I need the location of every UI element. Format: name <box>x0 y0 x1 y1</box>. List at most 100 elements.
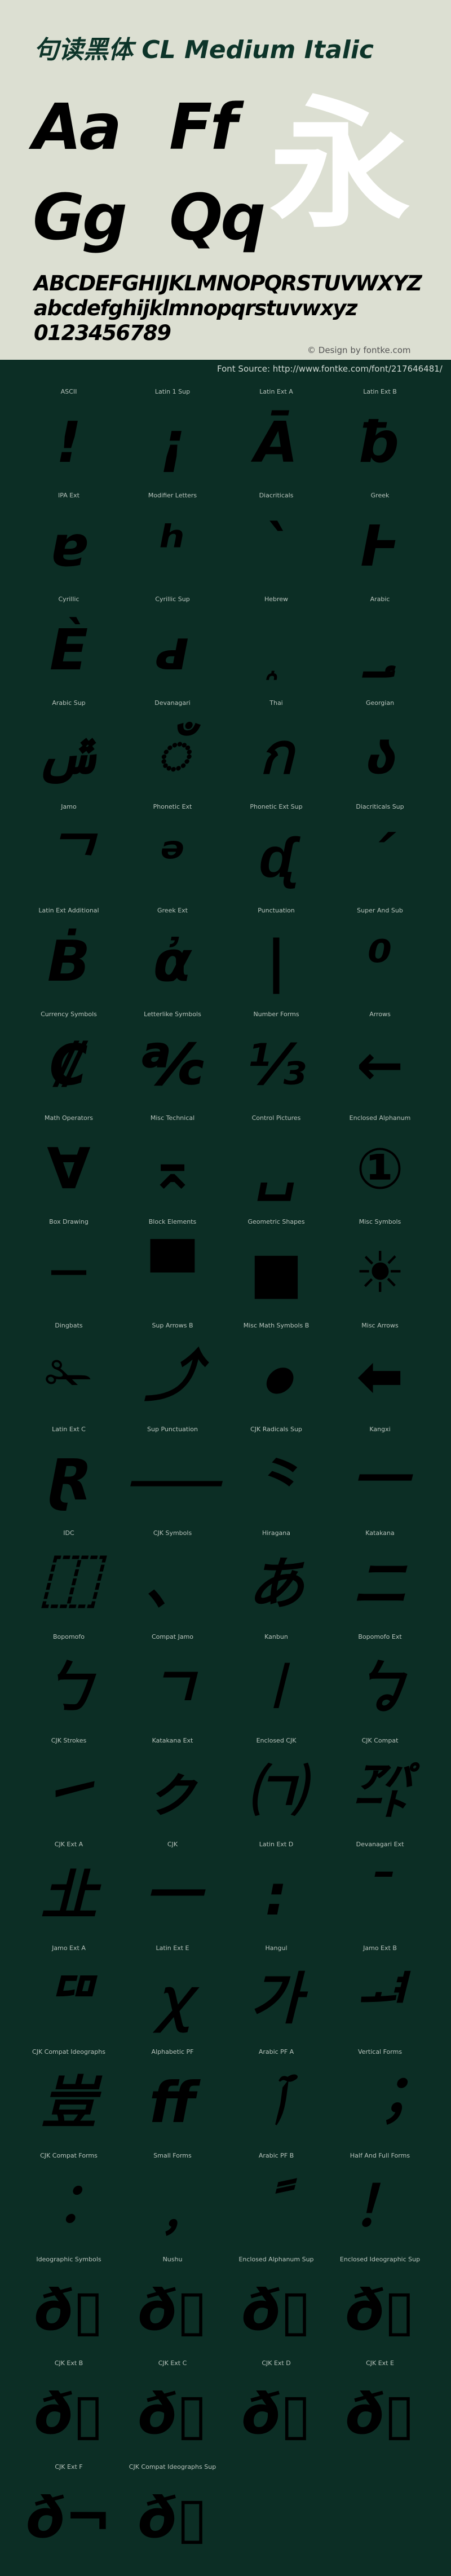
block-sample-glyph: ﹐ <box>144 2173 201 2239</box>
block-sample-glyph: ð¬ <box>25 2485 112 2551</box>
block-label: Super And Sub <box>357 907 403 914</box>
block-sample-glyph: ힰ <box>354 1966 406 2032</box>
block-sample-glyph: ₡ <box>49 1032 89 1098</box>
block-sample-glyph: ð▯ <box>34 2277 104 2343</box>
block-row: Arabic Sup ݜ Devanagariँ Thai ก Georgian ა <box>17 699 434 803</box>
block-row: Math Operators ∀ Misc Technical ⌅ Control Pi… <box>17 1114 434 1218</box>
block-label: CJK Ext D <box>262 2359 291 2367</box>
block-label: Arabic Sup <box>52 699 86 707</box>
block-sample-glyph: ݜ <box>36 721 102 787</box>
block-cell: Jamo ᄀ <box>17 803 121 907</box>
block-label: Small Forms <box>153 2152 192 2159</box>
block-sample-glyph: ð▯ <box>34 2381 104 2447</box>
block-sample-glyph: ꭓ <box>157 1966 188 2032</box>
block-sample-glyph: 가 <box>250 1966 302 2032</box>
block-cell: Kanbun ㆐ <box>224 1633 328 1737</box>
block-cell: Devanagariँ <box>121 699 224 803</box>
block-label: Enclosed Ideographic Sup <box>339 2256 421 2263</box>
block-cell: Punctuation | <box>224 907 328 1011</box>
block-sample-glyph: ■ <box>249 1240 303 1305</box>
block-label: Geometric Shapes <box>247 1218 305 1225</box>
block-label: Diacriticals <box>259 492 294 499</box>
block-label: Phonetic Ext Sup <box>250 803 303 810</box>
block-sample-glyph: Ā <box>254 409 298 475</box>
block-sample-glyph: ꥠ <box>43 1966 95 2032</box>
block-cell: CJK Compat ㌀ <box>328 1737 432 1841</box>
block-sample-glyph: ð▯ <box>138 2381 207 2447</box>
block-cell: Letterlike Symbols ℀ <box>121 1011 224 1114</box>
block-sample-glyph: ﭐ <box>269 2070 283 2136</box>
block-sample-glyph: ֑ <box>224 608 328 692</box>
block-cell: Devanagari Ext ˉ <box>328 1841 432 1944</box>
block-cell: Modifier Letters ʰ <box>121 492 224 596</box>
block-label: Punctuation <box>258 907 295 914</box>
block-cell: Arrows ← <box>328 1011 432 1114</box>
block-cell: Diacriticals ˋ <box>224 492 328 596</box>
block-sample-glyph: 、 <box>144 1551 201 1617</box>
block-row: ASCII! Latin 1 Sup ¡ Latin Ext A Ā Latin Ext … <box>17 388 434 492</box>
block-sample-glyph: ԁ <box>155 617 190 683</box>
block-cell: CJK Ext F ð¬ <box>17 2463 121 2567</box>
block-row: Latin Ext Additional Ḃ Greek Ext ἀ Punctuati… <box>17 907 434 1011</box>
block-sample-glyph: ㈀ <box>248 1758 304 1824</box>
block-sample-glyph: ʰ <box>160 513 185 579</box>
block-label: CJK Compat Forms <box>40 2152 98 2159</box>
block-label: CJK Symbols <box>153 1529 192 1537</box>
block-cell: Hiragana あ <box>224 1529 328 1633</box>
block-cell: Enclosed CJK ㈀ <box>224 1737 328 1841</box>
block-cell: Jamo Ext B ힰ <box>328 1944 432 2048</box>
block-label: Misc Math Symbols B <box>243 1322 309 1329</box>
block-sample-glyph: ﬀ <box>149 2070 196 2136</box>
block-sample-glyph: ニ <box>352 1551 408 1617</box>
block-sample-glyph: Ḃ <box>47 928 91 994</box>
block-sample-glyph: ँ <box>156 721 189 787</box>
sample-aa: Aa <box>33 91 122 164</box>
block-label: Sup Arrows B <box>152 1322 193 1329</box>
block-label: Misc Technical <box>150 1114 195 1122</box>
block-sample-glyph: 㐀 <box>41 1862 97 1928</box>
block-cell: IPA Ext ɐ <box>17 492 121 596</box>
block-sample-glyph: ← <box>356 1032 404 1098</box>
block-label: Latin Ext C <box>52 1426 86 1433</box>
block-sample-glyph: ᵊ <box>159 824 186 890</box>
block-cell: Arabic ؀ <box>328 596 432 699</box>
block-label: Control Pictures <box>251 1114 301 1122</box>
digits-sample: 0123456789 <box>34 321 171 345</box>
specimen-header: 句读黑体 CL Medium Italic Aa Ff Gg Qq 永 ABCD… <box>0 0 451 360</box>
sample-cjk-glyph: 永 <box>269 83 410 247</box>
block-sample-glyph: ∀ <box>47 1136 91 1202</box>
block-sample-glyph: ⦁ <box>262 1343 290 1409</box>
block-sample-glyph: 豈 <box>41 2070 97 2136</box>
block-row: IDC ⿰ CJK Symbols 、 Hiragana あ Katakana ニ <box>17 1529 434 1633</box>
block-cell: CJK Ext D ð▯ <box>224 2359 328 2463</box>
block-cell: Half And Full Forms ！ <box>328 2152 432 2256</box>
block-sample-glyph: ㆠ <box>352 1655 408 1721</box>
block-cell: Hebrew֑ <box>224 596 328 699</box>
block-cell: Block Elements ▀ <box>121 1218 224 1322</box>
block-cell: Latin Ext E ꭓ <box>121 1944 224 2048</box>
block-sample-glyph: ␣ <box>256 1136 297 1202</box>
block-label: Latin Ext E <box>156 1944 189 1952</box>
font-source-link[interactable]: Font Source: http://www.fontke.com/font/… <box>217 364 443 374</box>
block-cell: Phonetic Ext ᵊ <box>121 803 224 907</box>
block-cell: Vertical Forms ︔ <box>328 2048 432 2152</box>
block-sample-glyph: ㇀ <box>41 1758 97 1824</box>
block-label: Modifier Letters <box>148 492 197 499</box>
block-cell: Super And Sub ⁰ <box>328 907 432 1011</box>
block-label: Cyrillic Sup <box>155 596 190 603</box>
block-label: Number Forms <box>253 1011 299 1018</box>
block-cell: Greek Ͱ <box>328 492 432 596</box>
block-label: CJK Compat Ideographs Sup <box>129 2463 216 2471</box>
block-cell: Georgian ა <box>328 699 432 803</box>
block-sample-glyph: ð▯ <box>241 2381 311 2447</box>
block-label: Enclosed CJK <box>256 1737 297 1744</box>
block-sample-glyph: ؀ <box>363 617 397 683</box>
block-row: IPA Ext ɐ Modifier Letters ʰ Diacriticals ˋ Gr… <box>17 492 434 596</box>
block-cell: Katakana ニ <box>328 1529 432 1633</box>
block-cell: CJK Ext B ð▯ <box>17 2359 121 2463</box>
block-cell: Ideographic Symbols ð▯ <box>17 2256 121 2359</box>
block-sample-glyph: ⸺ <box>125 1447 220 1513</box>
block-sample-glyph: ɐ <box>50 513 88 579</box>
block-cell: Latin Ext C Ɽ <box>17 1426 121 1529</box>
block-label: Hebrew <box>264 596 289 603</box>
